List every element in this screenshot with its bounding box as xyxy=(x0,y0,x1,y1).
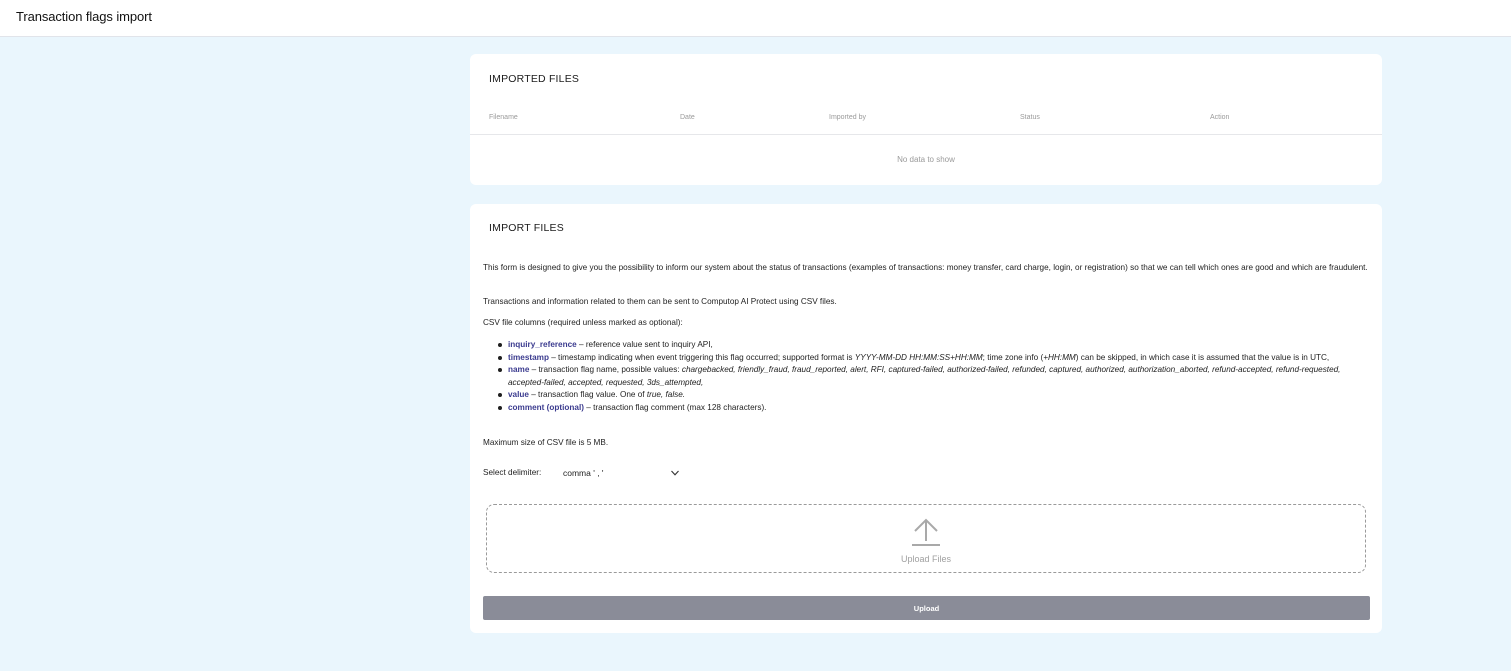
upload-button[interactable]: Upload xyxy=(483,596,1370,620)
column-name-timestamp: timestamp xyxy=(508,352,549,362)
empty-table-message: No data to show xyxy=(897,155,955,164)
page-title: Transaction flags import xyxy=(16,9,152,24)
column-header-action: Action xyxy=(1210,114,1230,121)
max-size-note: Maximum size of CSV file is 5 MB. xyxy=(483,438,609,447)
column-name-inquiry-reference: inquiry_reference xyxy=(508,340,577,349)
csv-columns-list: inquiry_reference – reference value sent… xyxy=(495,339,1368,414)
dropzone-label: Upload Files xyxy=(900,554,952,564)
delimiter-selected-value: comma ' , ' xyxy=(563,468,604,478)
imported-files-title: IMPORTED FILES xyxy=(489,73,580,85)
column-name-name: name xyxy=(508,365,530,374)
import-files-card: IMPORT FILES This form is designed to gi… xyxy=(470,204,1382,633)
list-item: inquiry_reference – reference value sent… xyxy=(495,339,1368,352)
imported-files-card: IMPORTED FILES Filename Date Imported by… xyxy=(470,54,1382,185)
intro-paragraph: This form is designed to give you the po… xyxy=(483,263,1368,272)
delimiter-select[interactable]: comma ' , ' xyxy=(556,464,684,482)
list-item: timestamp – timestamp indicating when ev… xyxy=(495,352,1368,365)
upload-arrow-icon xyxy=(912,518,940,546)
column-header-imported-by[interactable]: Imported by xyxy=(829,114,866,121)
column-name-value: value xyxy=(508,390,529,399)
file-dropzone[interactable]: Upload Files xyxy=(486,504,1366,573)
csv-info-paragraph: Transactions and information related to … xyxy=(483,297,837,306)
list-item: name – transaction flag name, possible v… xyxy=(495,364,1368,389)
import-files-title: IMPORT FILES xyxy=(489,222,564,234)
columns-heading: CSV file columns (required unless marked… xyxy=(483,318,683,327)
table-header-divider xyxy=(470,134,1382,135)
column-name-comment: comment (optional) xyxy=(508,402,584,412)
list-item: value – transaction flag value. One of t… xyxy=(495,389,1368,402)
column-header-filename[interactable]: Filename xyxy=(489,114,518,121)
list-item: comment (optional) – transaction flag co… xyxy=(495,402,1368,415)
delimiter-label: Select delimiter: xyxy=(483,468,542,477)
top-bar: Transaction flags import xyxy=(0,0,1511,37)
column-header-date[interactable]: Date xyxy=(680,114,695,121)
column-header-status[interactable]: Status xyxy=(1020,114,1040,121)
chevron-down-icon xyxy=(671,470,679,476)
